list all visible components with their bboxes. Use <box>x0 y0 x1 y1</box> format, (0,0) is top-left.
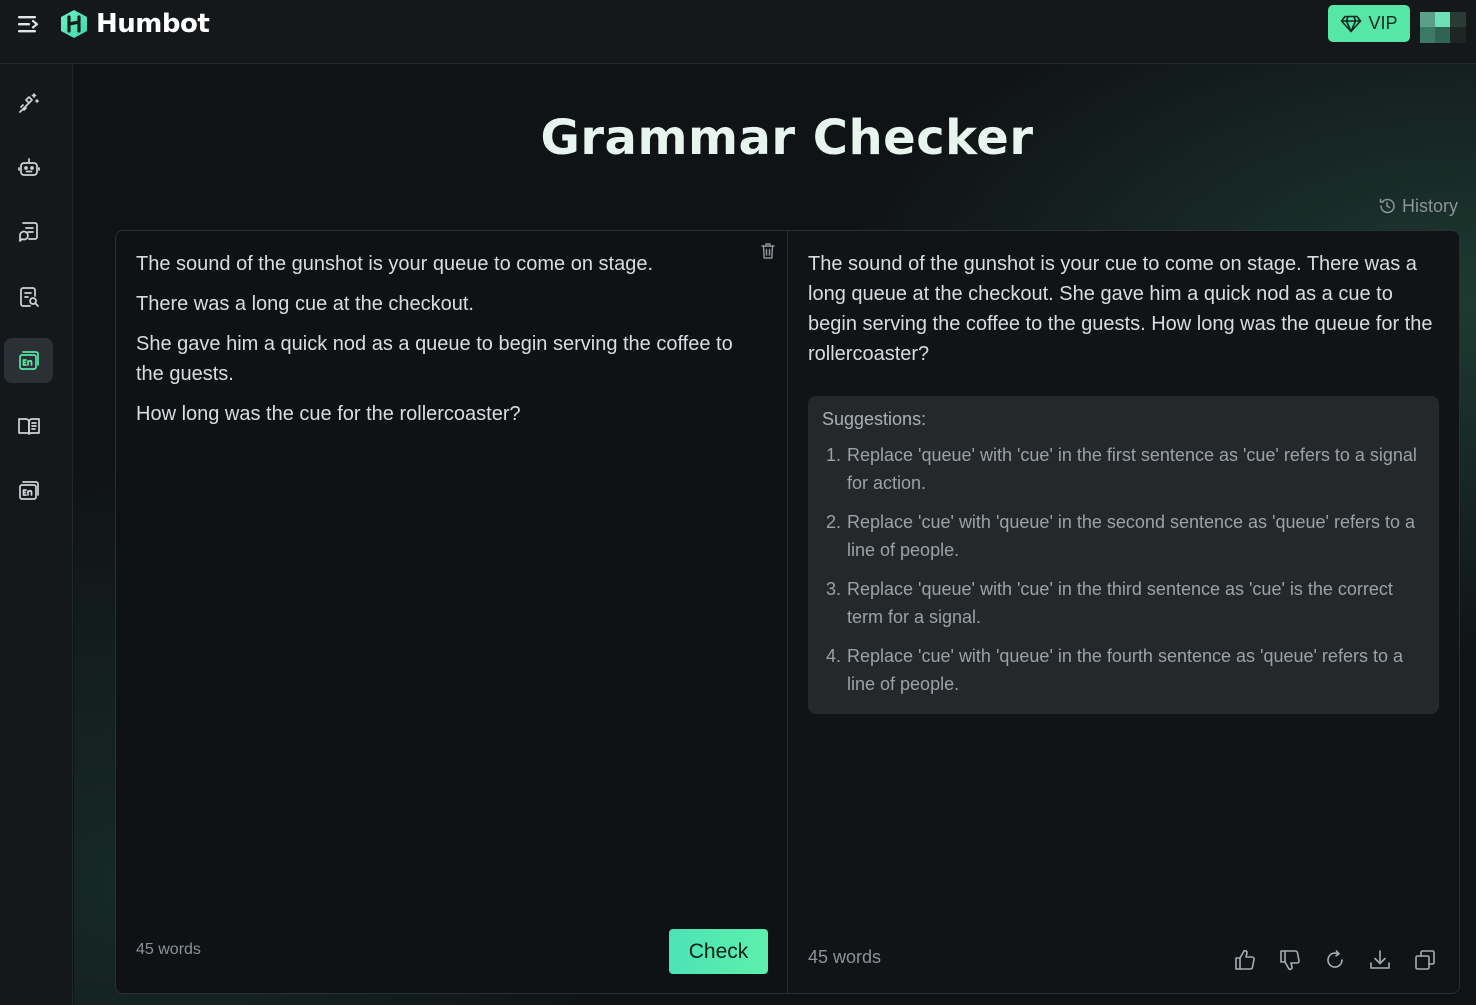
history-label: History <box>1402 195 1459 216</box>
refresh-icon <box>1327 950 1343 968</box>
output-pane: The sound of the gunshot is your cue to … <box>789 231 1459 993</box>
input-paragraph: There was a long cue at the checkout. <box>136 293 474 315</box>
suggestion-number: 4. <box>825 646 841 666</box>
suggestion-item: 1. Replace 'queue' with 'cue' in the firs… <box>822 442 1425 497</box>
suggestion-number: 3. <box>825 579 841 599</box>
download-icon <box>1370 950 1390 969</box>
suggestion-number: 1. <box>825 445 841 465</box>
check-button[interactable]: Check <box>669 929 768 974</box>
avatar-image <box>1420 12 1466 43</box>
sidebar <box>0 64 73 1005</box>
chat-document-icon <box>18 221 38 242</box>
grammar-panel: The sound of the gunshot is your queue t… <box>115 230 1460 994</box>
input-paragraph: She gave him a quick nod as a queue to b… <box>136 333 733 385</box>
suggestion-number: 2. <box>825 512 841 532</box>
output-word-count: 45 words <box>808 947 882 967</box>
input-textarea[interactable]: The sound of the gunshot is your queue t… <box>136 249 766 439</box>
suggestion-text: Replace 'queue' with 'cue' in the first … <box>847 445 1417 493</box>
vip-label: VIP <box>1368 13 1398 33</box>
input-word-count: 45 words <box>136 941 201 958</box>
thumbs-up-icon <box>1235 949 1255 970</box>
input-paragraph: The sound of the gunshot is your queue t… <box>136 253 654 275</box>
top-bar: Humbot VIP <box>0 0 1476 64</box>
book-icon <box>17 417 40 435</box>
humbot-logo-icon <box>61 10 87 38</box>
translate-icon <box>18 480 39 500</box>
grammar-checker-icon <box>18 350 39 370</box>
suggestion-item: 3. Replace 'queue' with 'cue' in the thir… <box>822 576 1425 631</box>
sidebar-item-ai-chat[interactable] <box>4 145 53 190</box>
menu-collapse-icon <box>18 16 39 33</box>
copy-icon <box>1415 950 1435 970</box>
input-paragraph: How long was the cue for the rollercoast… <box>136 403 521 425</box>
sidebar-item-ai-writer[interactable] <box>4 80 53 125</box>
download-button[interactable] <box>1367 947 1393 973</box>
input-pane: The sound of the gunshot is your queue t… <box>116 231 788 993</box>
history-button[interactable]: History <box>1378 194 1458 218</box>
vip-button[interactable]: VIP <box>1328 5 1410 42</box>
menu-toggle-button[interactable] <box>16 13 42 35</box>
suggestions-box: Suggestions: 1. Replace 'queue' with 'cue… <box>808 396 1439 714</box>
sidebar-item-document-analysis[interactable] <box>4 274 53 319</box>
suggestion-text: Replace 'cue' with 'queue' in the fourth… <box>847 646 1403 694</box>
sidebar-item-translator[interactable] <box>4 468 53 513</box>
output-actions <box>1232 947 1457 973</box>
magic-wand-icon <box>18 92 39 113</box>
sidebar-item-grammar-checker[interactable] <box>4 338 53 383</box>
like-button[interactable] <box>1232 947 1258 973</box>
suggestion-text: Replace 'cue' with 'queue' in the second… <box>847 512 1415 560</box>
diamond-icon <box>1341 15 1362 32</box>
suggestion-item: 2. Replace 'cue' with 'queue' in the seco… <box>822 509 1425 564</box>
corrected-text: The sound of the gunshot is your cue to … <box>808 253 1433 365</box>
sidebar-item-chat-document[interactable] <box>4 209 53 254</box>
user-avatar[interactable] <box>1420 12 1466 43</box>
regenerate-button[interactable] <box>1322 947 1348 973</box>
suggestion-item: 4. Replace 'cue' with 'queue' in the four… <box>822 643 1425 698</box>
sidebar-item-reader[interactable] <box>4 403 53 448</box>
robot-icon <box>17 157 40 176</box>
document-search-icon <box>19 286 39 307</box>
main-content: Grammar Checker History The sound of the… <box>74 64 1476 1005</box>
copy-button[interactable] <box>1412 947 1438 973</box>
suggestion-text: Replace 'queue' with 'cue' in the third … <box>847 579 1393 627</box>
clock-history-icon <box>1379 198 1395 214</box>
page-title: Grammar Checker <box>540 110 1034 166</box>
brand-name: Humbot <box>96 9 210 39</box>
suggestions-title: Suggestions: <box>822 409 927 429</box>
humbot-logo[interactable]: Humbot <box>60 9 210 39</box>
dislike-button[interactable] <box>1277 947 1303 973</box>
suggestions-list: 1. Replace 'queue' with 'cue' in the firs… <box>822 442 1425 698</box>
thumbs-down-icon <box>1280 950 1300 971</box>
